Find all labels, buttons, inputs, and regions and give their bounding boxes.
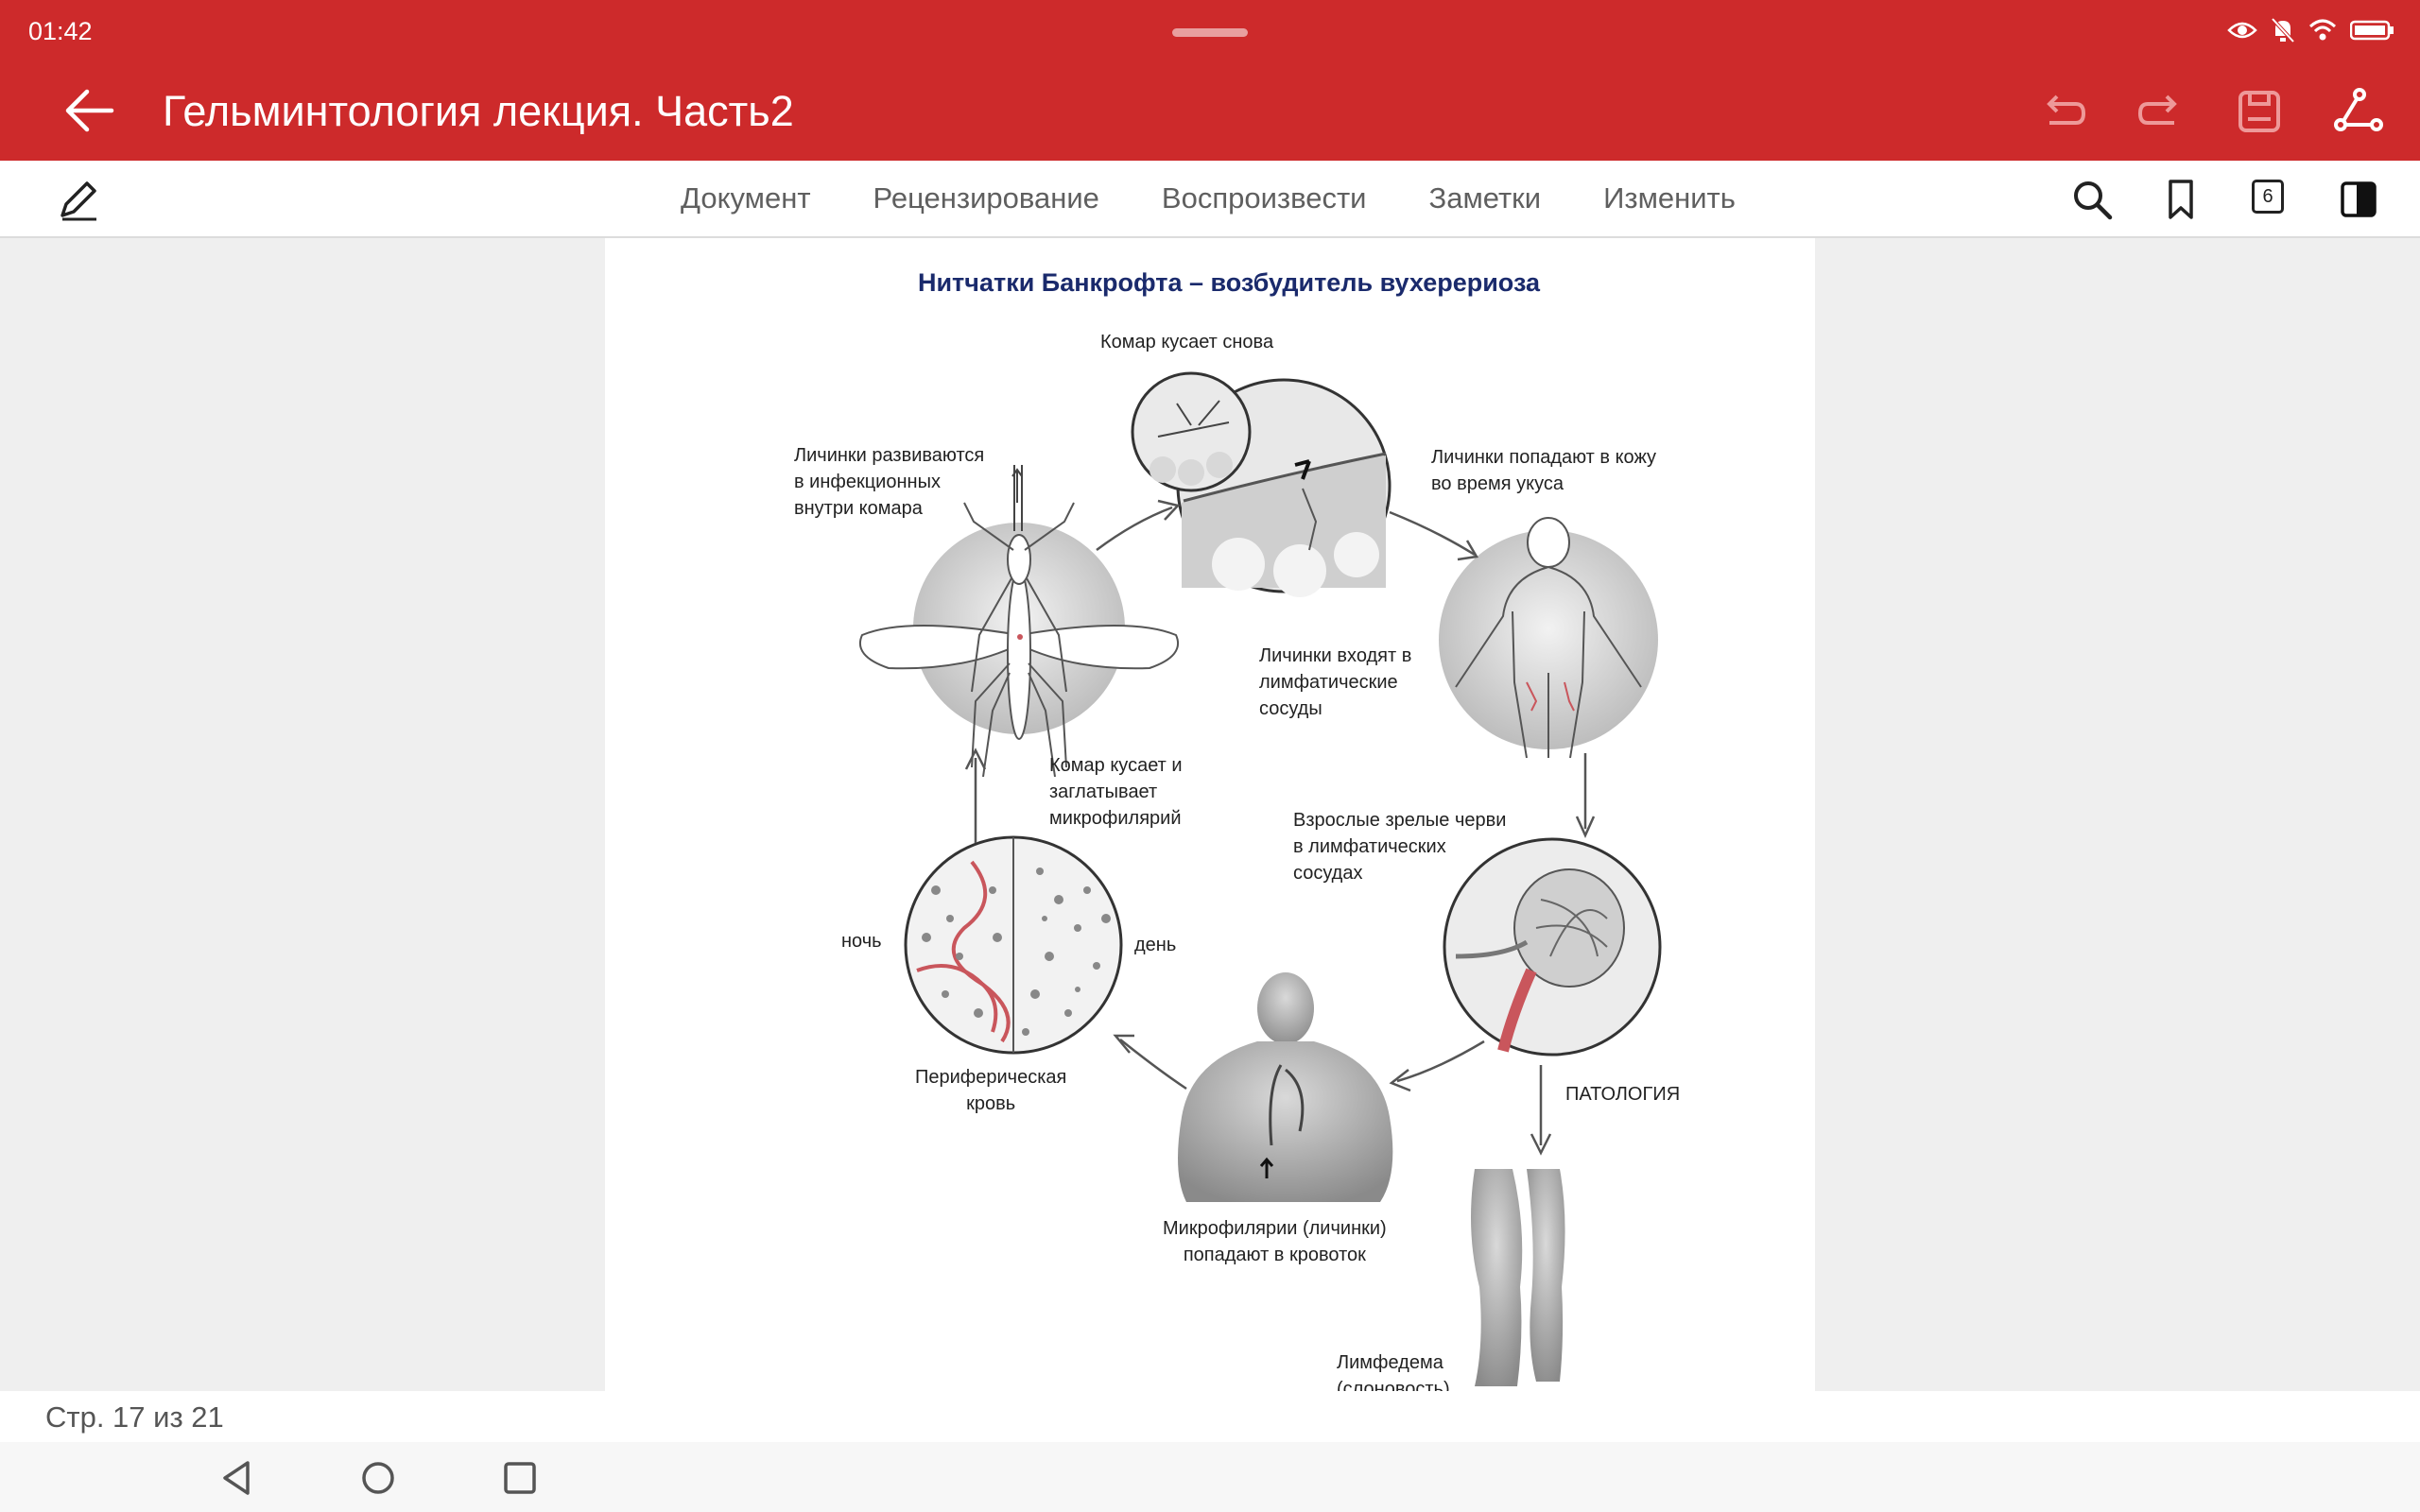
label-line: лимфатические xyxy=(1259,672,1398,693)
page-count-badge: 6 xyxy=(2252,180,2284,214)
document-title: Гельминтология лекция. Часть2 xyxy=(163,87,794,135)
status-bar: 01:42 xyxy=(0,0,2420,60)
label-line: сосудах xyxy=(1293,863,1363,884)
label-line: Лимфедема xyxy=(1337,1352,1443,1373)
back-arrow-icon[interactable] xyxy=(62,87,115,134)
pen-icon[interactable] xyxy=(55,176,102,223)
lymphedema-legs-illustration xyxy=(1471,1169,1565,1386)
drag-handle[interactable] xyxy=(1172,28,1248,37)
undo-icon[interactable] xyxy=(2034,83,2091,140)
label-line: Периферическая xyxy=(915,1067,1067,1088)
page-footer: Стр. 17 из 21 xyxy=(0,1391,2420,1442)
label-line: заглатывает xyxy=(1049,782,1158,802)
label-line: Личинки входят в xyxy=(1259,645,1412,666)
label-line: Комар кусает и xyxy=(1049,755,1183,776)
label-line: (слоновость) xyxy=(1337,1379,1450,1391)
label-microfilariae-blood: Микрофилярии (личинки) попадают в кровот… xyxy=(1163,1215,1387,1268)
battery-icon xyxy=(2350,20,2394,41)
label-adult-worms: Взрослые зрелые черви в лимфатических со… xyxy=(1293,807,1506,886)
search-icon[interactable] xyxy=(2068,176,2116,223)
label-mosquito-bites-swallows: Комар кусает и заглатывает микрофилярий xyxy=(1049,752,1183,832)
label-larvae-develop: Личинки развиваются в инфекционных внутр… xyxy=(794,442,984,522)
nav-home-icon[interactable] xyxy=(355,1455,401,1501)
app-bar: Гельминтология лекция. Часть2 xyxy=(0,60,2420,161)
document-page[interactable]: Нитчатки Банкрофта – возбудитель вухерер… xyxy=(605,238,1815,1391)
redo-icon[interactable] xyxy=(2133,83,2189,140)
label-night: ночь xyxy=(841,931,882,952)
toolbar-right: 6 xyxy=(2068,176,2382,223)
label-line: сосуды xyxy=(1259,698,1322,719)
label-lymphedema: Лимфедема (слоновость) xyxy=(1337,1349,1450,1391)
skin-bite-illustration xyxy=(1131,371,1392,597)
bell-off-icon xyxy=(2271,17,2295,43)
label-line: внутри комара xyxy=(794,498,923,519)
status-icons xyxy=(2227,17,2395,43)
label-line: Микрофилярии (личинки) xyxy=(1163,1218,1387,1239)
label-larvae-enter-skin: Личинки попадают в кожу во время укуса xyxy=(1431,444,1656,497)
ribbon-toolbar: Документ Рецензирование Воспроизвести За… xyxy=(0,161,2420,238)
status-time: 01:42 xyxy=(28,17,93,45)
label-line: в инфекционных xyxy=(794,472,941,492)
label-peripheral-blood: Периферическая кровь xyxy=(915,1064,1066,1117)
label-line: Взрослые зрелые черви xyxy=(1293,810,1507,831)
label-larvae-enter-lymph: Личинки входят в лимфатические сосуды xyxy=(1259,643,1411,722)
wifi-icon xyxy=(2308,19,2337,41)
label-line: кровь xyxy=(966,1093,1016,1114)
tab-edit[interactable]: Изменить xyxy=(1603,181,1736,215)
bookmark-icon[interactable] xyxy=(2157,176,2204,223)
tab-document[interactable]: Документ xyxy=(681,181,811,215)
human-back-illustration xyxy=(1178,972,1393,1202)
ribbon-tabs: Документ Рецензирование Воспроизвести За… xyxy=(681,181,1798,215)
share-icon[interactable] xyxy=(2329,83,2386,140)
eye-icon xyxy=(2227,22,2257,39)
app-bar-actions xyxy=(2034,83,2386,140)
nav-back-icon[interactable] xyxy=(216,1455,261,1501)
system-nav-bar xyxy=(0,1442,2420,1512)
save-icon[interactable] xyxy=(2231,83,2288,140)
label-line: попадают в кровоток xyxy=(1183,1245,1366,1265)
label-line: микрофилярий xyxy=(1049,808,1182,829)
label-pathology: ПАТОЛОГИЯ xyxy=(1565,1084,1681,1105)
label-line: в лимфатических xyxy=(1293,836,1446,857)
tab-notes[interactable]: Заметки xyxy=(1429,181,1542,215)
label-line: Личинки попадают в кожу xyxy=(1431,447,1657,468)
nav-recents-icon[interactable] xyxy=(497,1455,543,1501)
tab-play[interactable]: Воспроизвести xyxy=(1162,181,1367,215)
label-line: во время укуса xyxy=(1431,473,1564,494)
page-indicator: Стр. 17 из 21 xyxy=(45,1400,224,1434)
sidebar-toggle-icon[interactable] xyxy=(2335,176,2382,223)
blood-smear-illustration xyxy=(904,835,1123,1055)
label-mosquito-bites-again: Комар кусает снова xyxy=(1100,332,1274,352)
label-line: Личинки развиваются xyxy=(794,445,985,466)
page-count-button[interactable]: 6 xyxy=(2246,176,2293,223)
tab-review[interactable]: Рецензирование xyxy=(873,181,1099,215)
label-day: день xyxy=(1134,935,1177,955)
